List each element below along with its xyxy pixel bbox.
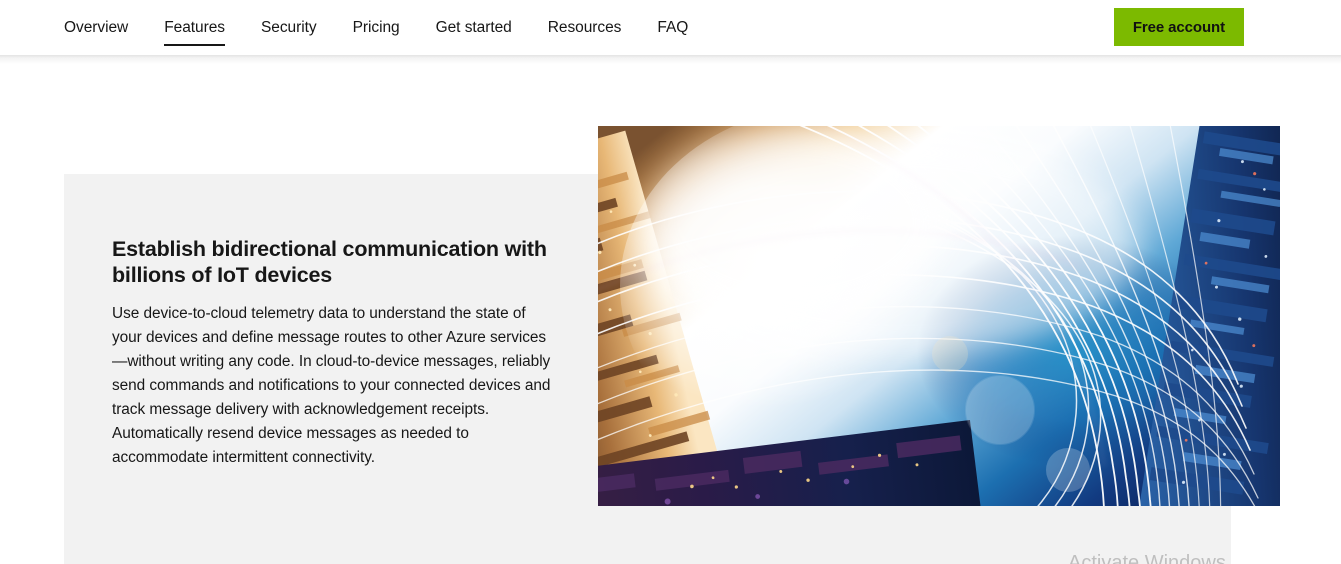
free-account-button-label: Free account (1132, 18, 1225, 36)
nav-item-label: Features (164, 18, 225, 36)
nav-item-label: Get started (435, 18, 512, 36)
feature-body-text: Use device-to-cloud telemetry data to un… (112, 305, 551, 466)
nav-item-label: FAQ (657, 18, 689, 36)
nav-item-label: Security (260, 18, 317, 36)
nav-item-faq[interactable]: FAQ (657, 18, 688, 38)
main-content: Establish bidirectional communication wi… (0, 55, 1341, 564)
nav-item-pricing[interactable]: Pricing (353, 18, 400, 38)
nav-item-overview[interactable]: Overview (64, 18, 128, 38)
nav-item-get-started[interactable]: Get started (436, 18, 512, 38)
page-root: Overview Features Security Pricing Get s… (0, 0, 1341, 564)
nav-item-resources[interactable]: Resources (548, 18, 622, 38)
hero-image-artwork (598, 126, 1280, 506)
feature-text-column: Establish bidirectional communication wi… (112, 236, 560, 470)
nav-item-features[interactable]: Features (164, 18, 225, 46)
nav-item-label: Pricing (352, 18, 400, 36)
hero-image (598, 126, 1280, 506)
nav-item-security[interactable]: Security (261, 18, 317, 38)
free-account-button[interactable]: Free account (1113, 8, 1244, 46)
primary-nav: Overview Features Security Pricing Get s… (64, 0, 688, 55)
nav-item-label: Overview (64, 18, 129, 36)
nav-item-label: Resources (547, 18, 622, 36)
site-header: Overview Features Security Pricing Get s… (0, 0, 1341, 55)
feature-headline: Establish bidirectional communication wi… (112, 237, 547, 287)
